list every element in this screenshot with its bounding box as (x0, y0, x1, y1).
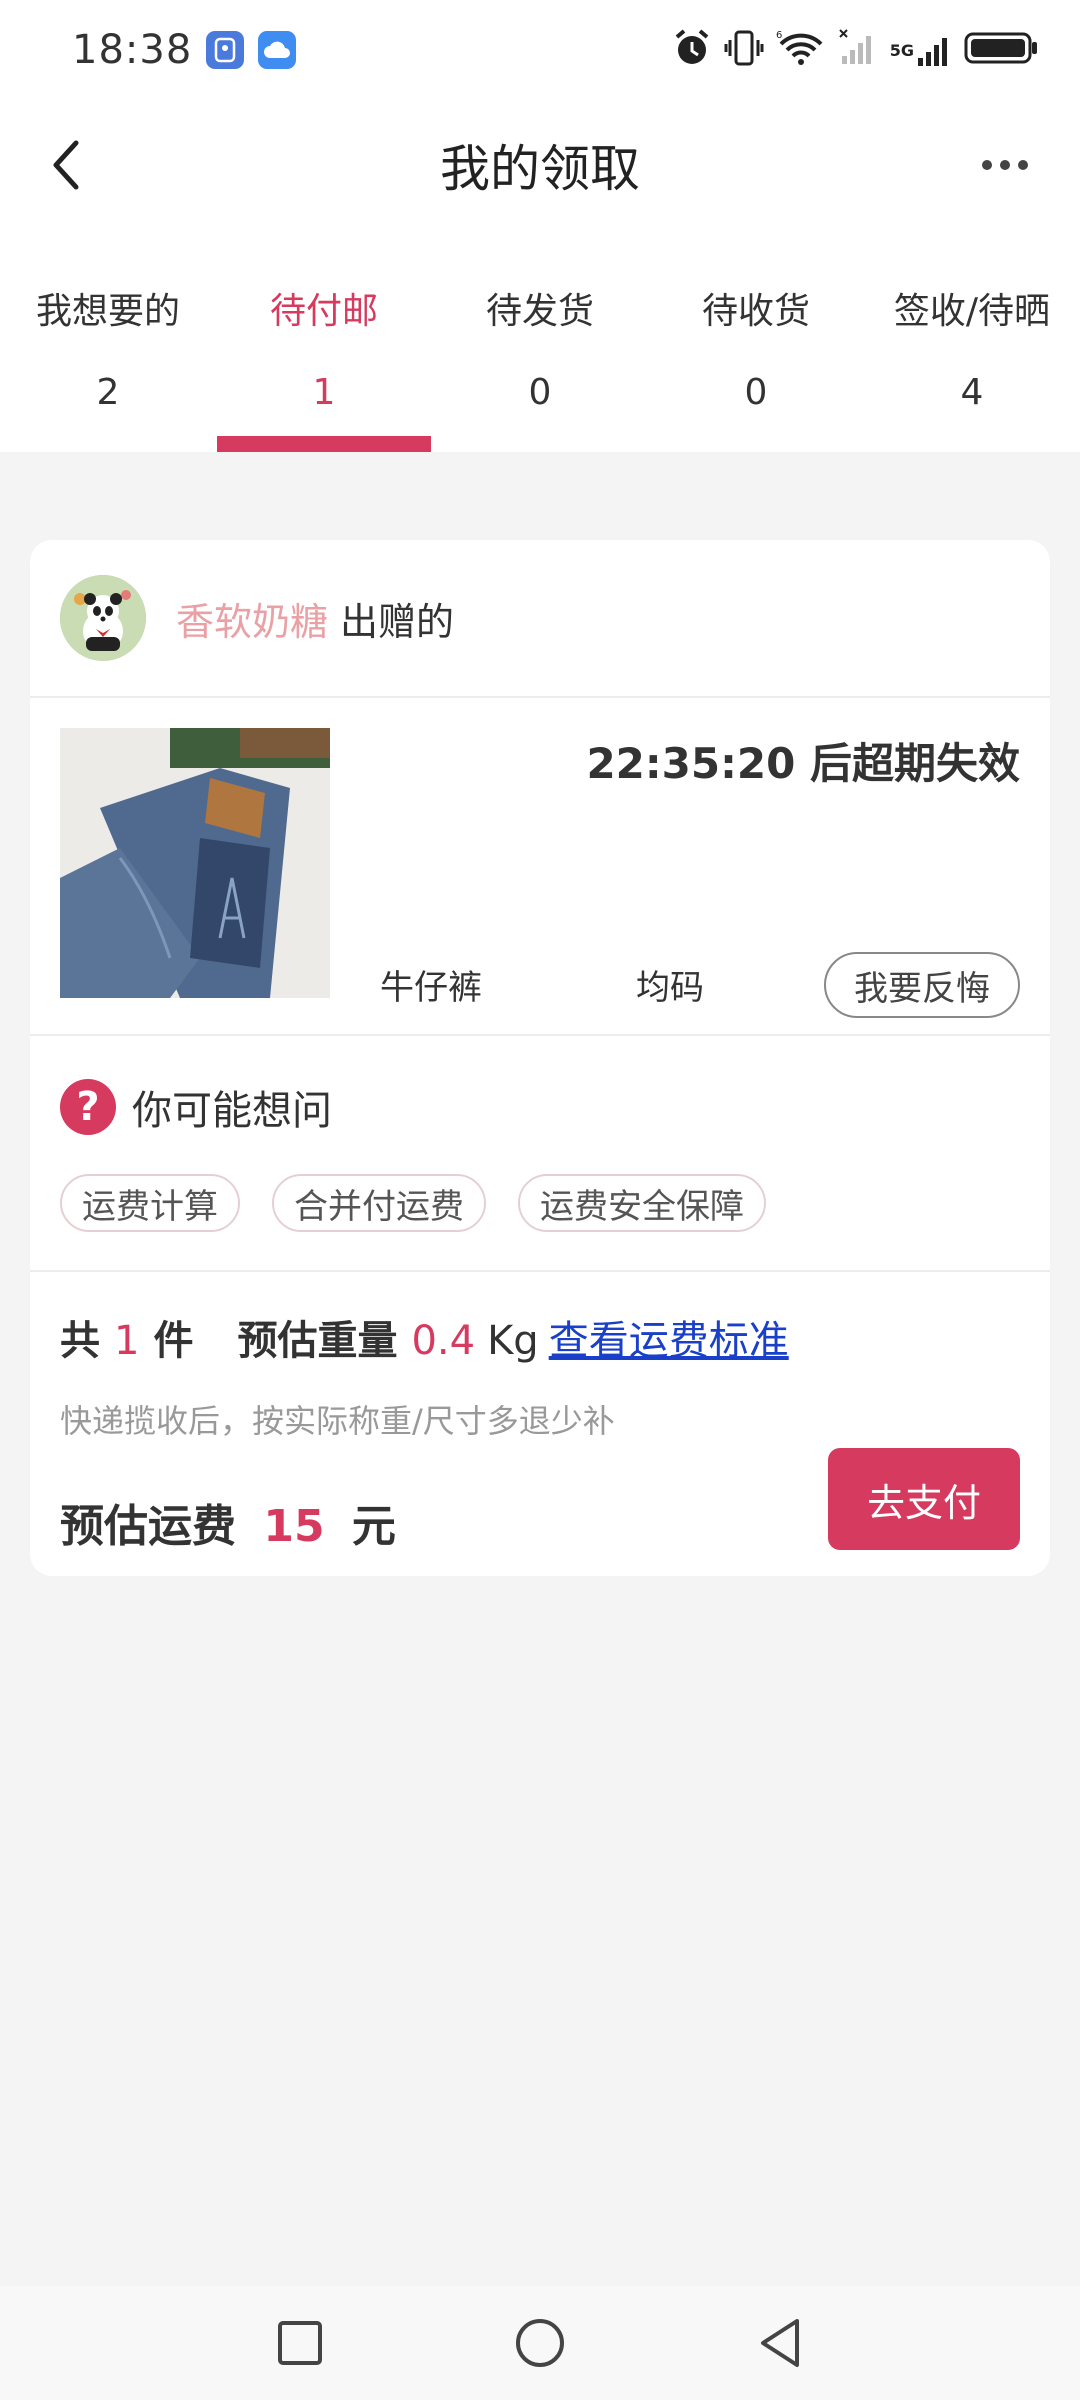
weight-unit: Kg (487, 1318, 539, 1364)
faq-header: ? 你可能想问 (60, 1078, 1020, 1136)
circle-icon (516, 2319, 564, 2367)
status-time: 18:38 (72, 27, 193, 73)
pay-button[interactable]: 去支付 (828, 1448, 1020, 1550)
more-dots-icon (982, 160, 992, 170)
tab-count: 2 (96, 372, 120, 413)
product-name: 牛仔裤 (380, 968, 482, 1008)
regret-button[interactable]: 我要反悔 (824, 952, 1020, 1018)
system-nav-bar (0, 2286, 1080, 2400)
fee-label: 预估运费 (60, 1501, 236, 1552)
page-title: 我的领取 (440, 140, 640, 198)
count-suffix: 件 (153, 1318, 194, 1364)
battery-icon (964, 28, 1040, 72)
order-card: 香软奶糖 出赠的 22:35:20 后超期失效 牛仔裤 均码 我要反悔 ? 你可… (30, 540, 1050, 1576)
tab-count: 0 (528, 372, 552, 413)
tab-received-review[interactable]: 签收/待晒 4 (864, 230, 1080, 452)
signal-5g-icon: 5G (890, 30, 952, 70)
tab-label: 待收货 (701, 291, 810, 332)
page: 18:38 6 5G 我的领取 我想要的 2 待付邮 1 待发货 0 待收货 0… (0, 0, 1080, 2400)
product-image[interactable] (60, 728, 330, 998)
status-icons: 6 5G (672, 28, 1040, 72)
faq-chips: 运费计算 合并付运费 运费安全保障 (60, 1174, 1020, 1232)
expiry-countdown: 22:35:20 后超期失效 (586, 739, 1020, 788)
fee-unit: 元 (351, 1501, 396, 1552)
tab-label: 待发货 (485, 291, 594, 332)
triangle-back-icon (761, 2319, 799, 2367)
tab-label: 待付邮 (269, 291, 378, 332)
shipping-summary: 共 1 件 预估重量 0.4 Kg 查看运费标准 快递揽收后，按实际称重/尺寸多… (30, 1272, 1050, 1572)
tab-count: 0 (744, 372, 768, 413)
shipping-note: 快递揽收后，按实际称重/尺寸多退少补 (60, 1402, 615, 1440)
weight-label: 预估重量 (237, 1318, 398, 1364)
tab-pending-shipment[interactable]: 待发货 0 (432, 230, 648, 452)
faq-section: ? 你可能想问 运费计算 合并付运费 运费安全保障 (30, 1036, 1050, 1272)
donor-name[interactable]: 香软奶糖 (176, 591, 328, 646)
tab-count: 4 (960, 372, 984, 413)
faq-title: 你可能想问 (132, 1088, 332, 1134)
donor-suffix: 出赠的 (340, 599, 455, 644)
weight-value: 0.4 (411, 1318, 476, 1364)
more-button[interactable] (970, 140, 1040, 190)
tab-label: 我想要的 (35, 291, 180, 332)
vibrate-icon (724, 28, 764, 72)
shipping-standard-link[interactable]: 查看运费标准 (549, 1308, 789, 1366)
square-icon (278, 2321, 322, 2365)
wifi-icon: 6 (776, 28, 826, 72)
faq-chip-shipping-calc[interactable]: 运费计算 (60, 1174, 240, 1232)
recents-button[interactable] (270, 2313, 330, 2373)
alarm-icon (672, 28, 712, 72)
cloud-icon (258, 31, 297, 69)
tab-want[interactable]: 我想要的 2 (0, 230, 216, 452)
tab-count: 1 (312, 372, 336, 413)
home-button[interactable] (510, 2313, 570, 2373)
tab-pending-postage[interactable]: 待付邮 1 (216, 230, 432, 452)
active-tab-indicator (217, 436, 431, 452)
question-icon: ? (60, 1079, 116, 1135)
faq-chip-merge-shipping[interactable]: 合并付运费 (272, 1174, 486, 1232)
back-nav-button[interactable] (750, 2313, 810, 2373)
status-tabs: 我想要的 2 待付邮 1 待发货 0 待收货 0 签收/待晒 4 (0, 230, 1080, 452)
tab-label: 签收/待晒 (893, 291, 1051, 332)
back-button[interactable] (36, 130, 96, 200)
count-prefix: 共 (60, 1318, 100, 1364)
chevron-left-icon (53, 140, 79, 190)
tab-pending-receipt[interactable]: 待收货 0 (648, 230, 864, 452)
estimated-fee: 预估运费 15 元 (60, 1490, 396, 1554)
signal-icon (838, 28, 878, 72)
avatar[interactable] (60, 575, 146, 661)
donor-row[interactable]: 香软奶糖 出赠的 (30, 540, 1050, 698)
product-row[interactable]: 22:35:20 后超期失效 牛仔裤 均码 我要反悔 (30, 698, 1050, 1036)
item-count: 1 (114, 1318, 140, 1364)
more-dot (1018, 160, 1028, 170)
svg-text:6: 6 (776, 30, 782, 41)
network-type: 5G (889, 40, 914, 60)
status-bar: 18:38 6 5G (0, 0, 1080, 100)
more-dot (1000, 160, 1010, 170)
app-tile-icon (206, 31, 245, 69)
summary-line: 共 1 件 预估重量 0.4 Kg 查看运费标准 (60, 1308, 1020, 1366)
product-size: 均码 (636, 968, 704, 1008)
fee-value: 15 (263, 1501, 325, 1552)
faq-chip-shipping-safety[interactable]: 运费安全保障 (518, 1174, 766, 1232)
header: 我的领取 (0, 100, 1080, 230)
